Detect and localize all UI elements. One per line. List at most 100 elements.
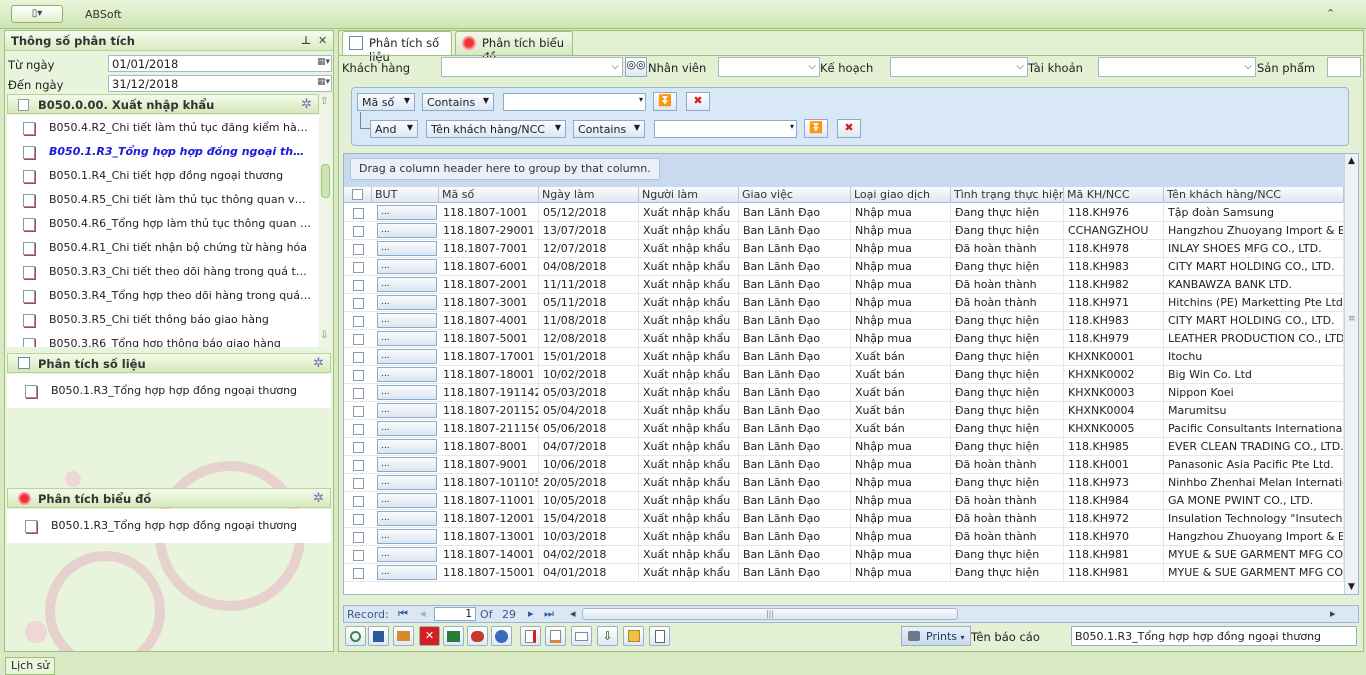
excel-export-icon[interactable] (443, 626, 464, 646)
calendar-dropdown-icon[interactable]: ▦▾ (310, 57, 330, 70)
row-action-button[interactable]: ... (377, 565, 437, 580)
share-icon[interactable] (393, 626, 414, 646)
email-icon[interactable] (571, 626, 592, 646)
report-item[interactable]: B050.3.R6_Tổng hợp thông báo giao hàng (21, 333, 311, 347)
pin-icon[interactable]: ⊥ (301, 34, 311, 47)
row-checkbox[interactable] (353, 514, 364, 525)
row-action-button[interactable]: ... (377, 511, 437, 526)
row-action-button[interactable]: ... (377, 475, 437, 490)
report-item[interactable]: B050.3.R3_Chi tiết theo dõi hàng trong q… (21, 261, 311, 283)
table-row[interactable]: ... 118.1807-9001 10/06/2018 Xuất nhập khẩu… (344, 456, 1344, 474)
row-action-button[interactable]: ... (377, 313, 437, 328)
binoculars-search-icon[interactable]: ◎◎ (625, 57, 647, 77)
data-analysis-group-header[interactable]: Phân tích số liệu ✲ (7, 353, 331, 373)
row-checkbox[interactable] (353, 406, 364, 417)
clear-filter-icon[interactable]: ✖ (837, 119, 861, 138)
web-icon[interactable] (491, 626, 512, 646)
report-name-input[interactable]: B050.1.R3_Tổng hợp hợp đồng ngoại thương (1071, 626, 1357, 646)
report-item[interactable]: B050.4.R5_Chi tiết làm thủ tục thông qua… (21, 189, 311, 211)
column-header[interactable]: Giao việc (739, 187, 851, 203)
scroll-thumb[interactable] (321, 164, 330, 198)
column-header[interactable]: Tình trạng thực hiện (951, 187, 1064, 203)
download-icon[interactable]: ⇩ (597, 626, 618, 646)
document-list-icon[interactable] (649, 626, 670, 646)
row-action-button[interactable]: ... (377, 241, 437, 256)
table-row[interactable]: ... 118.1807-6001 04/08/2018 Xuất nhập khẩu… (344, 258, 1344, 276)
select-all-checkbox[interactable] (352, 189, 363, 200)
tab-chart-analysis[interactable]: Phân tích biểu đồ (455, 31, 573, 64)
tab-data-analysis[interactable]: Phân tích số liệu (342, 31, 452, 64)
row-checkbox[interactable] (353, 298, 364, 309)
row-action-button[interactable]: ... (377, 403, 437, 418)
table-row[interactable]: ... 118.1807-2001 11/11/2018 Xuất nhập khẩu… (344, 276, 1344, 294)
column-header[interactable]: Loại giao dịch (851, 187, 951, 203)
row-checkbox[interactable] (353, 262, 364, 273)
scroll-up-icon[interactable]: ▲ (1348, 156, 1355, 166)
account-select[interactable]: ⌵ (1098, 57, 1256, 77)
history-tab[interactable]: Lịch sử (5, 657, 56, 675)
column-header[interactable]: Tên khách hàng/NCC (1164, 187, 1344, 203)
next-record-icon[interactable]: ▸ (528, 607, 534, 620)
column-header[interactable]: Mã KH/NCC (1064, 187, 1164, 203)
chevron-down-icon[interactable]: ⌵ (808, 61, 816, 72)
filter-operator-select[interactable]: Contains ▼ (422, 93, 494, 111)
row-checkbox[interactable] (353, 460, 364, 471)
report-item[interactable]: B050.1.R3_Tổng hợp hợp đồng ngoại thương (21, 141, 311, 163)
report-item[interactable]: B050.3.R5_Chi tiết thông báo giao hàng (21, 309, 311, 331)
record-number-input[interactable]: 1 (434, 607, 476, 621)
horizontal-scroll-thumb[interactable]: ||| (582, 608, 958, 620)
table-row[interactable]: ... 118.1807-13001 10/03/2018 Xuất nhập khẩ… (344, 528, 1344, 546)
row-action-button[interactable]: ... (377, 457, 437, 472)
row-action-button[interactable]: ... (377, 223, 437, 238)
table-row[interactable]: ... 118.1807-211156 05/06/2018 Xuất nhập kh… (344, 420, 1344, 438)
row-checkbox[interactable] (353, 370, 364, 381)
first-record-icon[interactable]: ⏮ (398, 607, 408, 621)
row-checkbox[interactable] (353, 208, 364, 219)
row-checkbox[interactable] (353, 478, 364, 489)
chart-analysis-item[interactable]: B050.1.R3_Tổng hợp hợp đồng ngoại thương (23, 515, 313, 537)
chevron-down-icon[interactable]: ▾ (790, 122, 794, 131)
row-action-button[interactable]: ... (377, 529, 437, 544)
row-checkbox[interactable] (353, 352, 364, 363)
table-row[interactable]: ... 118.1807-5001 12/08/2018 Xuất nhập khẩu… (344, 330, 1344, 348)
row-checkbox[interactable] (353, 532, 364, 543)
report-item[interactable]: B050.4.R2_Chi tiết làm thủ tục đăng kiểm… (21, 117, 311, 139)
row-action-button[interactable]: ... (377, 421, 437, 436)
table-row[interactable]: ... 118.1807-7001 12/07/2018 Xuất nhập khẩu… (344, 240, 1344, 258)
filter-value-input[interactable]: ▾ (654, 120, 797, 138)
table-row[interactable]: ... 118.1807-17001 15/01/2018 Xuất nhập khẩ… (344, 348, 1344, 366)
filter-value-input[interactable]: ▾ (503, 93, 646, 111)
row-action-button[interactable]: ... (377, 295, 437, 310)
group-collapse-icon[interactable]: ✲ (301, 97, 312, 112)
apply-filter-icon[interactable]: ⏬ (653, 92, 677, 111)
filter-field-select[interactable]: Tên khách hàng/NCC ▼ (426, 120, 566, 138)
select-all-column[interactable] (344, 187, 372, 203)
report-item[interactable]: B050.4.R6_Tổng hợp làm thủ tục thông qua… (21, 213, 311, 235)
scroll-grip-icon[interactable]: ≡ (1348, 314, 1356, 324)
filter-logic-select[interactable]: And ▼ (370, 120, 418, 138)
column-header[interactable]: Mã số (439, 187, 539, 203)
grid-vertical-scrollbar[interactable]: ▲ ≡ ▼ (1344, 154, 1358, 594)
row-action-button[interactable]: ... (377, 367, 437, 382)
customer-select[interactable]: ⌵ (441, 57, 623, 77)
table-row[interactable]: ... 118.1807-12001 15/04/2018 Xuất nhập khẩ… (344, 510, 1344, 528)
clear-filter-icon[interactable]: ✖ (686, 92, 710, 111)
save-icon[interactable] (368, 626, 389, 646)
row-checkbox[interactable] (353, 496, 364, 507)
row-action-button[interactable]: ... (377, 493, 437, 508)
chevron-down-icon[interactable]: ⌵ (611, 61, 619, 72)
close-icon[interactable]: ✕ (318, 34, 327, 47)
row-action-button[interactable]: ... (377, 385, 437, 400)
row-action-button[interactable]: ... (377, 259, 437, 274)
to-date-input[interactable]: 31/12/2018 ▦▾ (108, 75, 332, 92)
row-action-button[interactable]: ... (377, 439, 437, 454)
table-row[interactable]: ... 118.1807-18001 10/02/2018 Xuất nhập khẩ… (344, 366, 1344, 384)
column-header[interactable]: BUT (372, 187, 439, 203)
table-row[interactable]: ... 118.1807-101105 20/05/2018 Xuất nhập kh… (344, 474, 1344, 492)
last-record-icon[interactable]: ⏭ (544, 607, 554, 621)
row-checkbox[interactable] (353, 226, 364, 237)
chevron-down-icon[interactable]: ▾ (639, 95, 643, 104)
row-action-button[interactable]: ... (377, 331, 437, 346)
row-checkbox[interactable] (353, 568, 364, 579)
table-row[interactable]: ... 118.1807-4001 11/08/2018 Xuất nhập khẩu… (344, 312, 1344, 330)
